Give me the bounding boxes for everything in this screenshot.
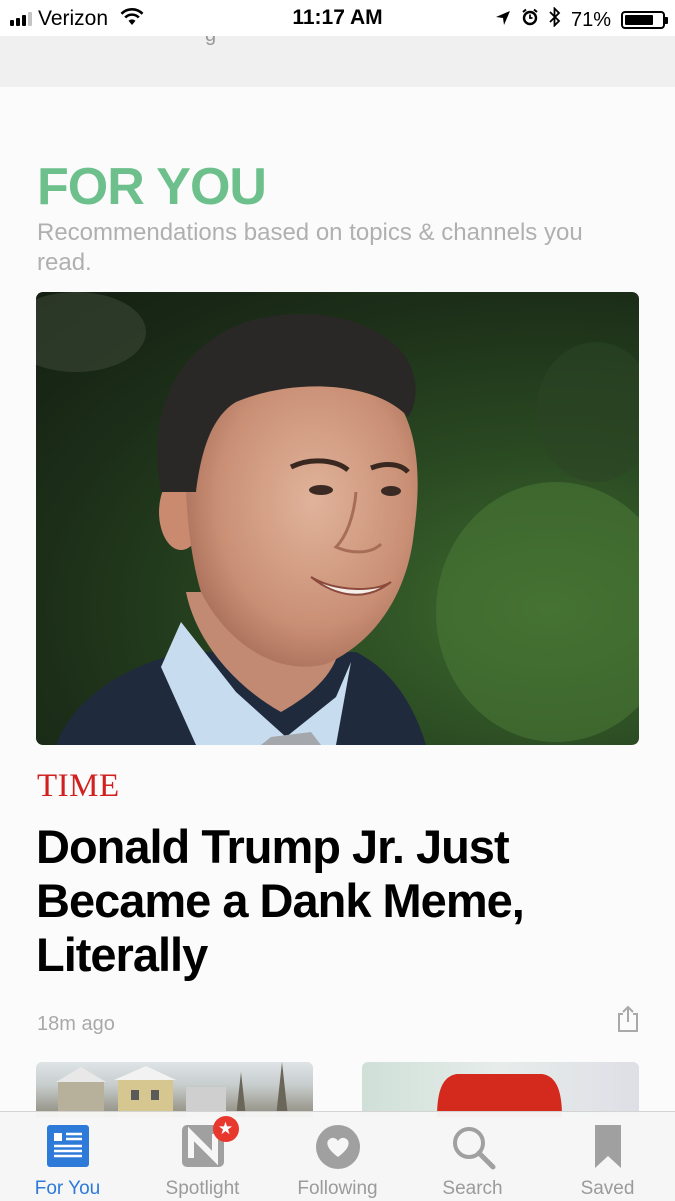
tab-label: For You (34, 1178, 101, 1199)
tab-following[interactable]: Following (270, 1112, 405, 1201)
tab-search[interactable]: Search (405, 1112, 540, 1201)
tab-bar: For You ★ Spotlight Following Search Sav… (0, 1111, 675, 1201)
share-icon[interactable] (616, 1005, 640, 1038)
houses-image (56, 1062, 288, 1117)
bluetooth-icon (549, 6, 561, 33)
battery-percent: 71% (570, 8, 611, 31)
portrait-illustration (36, 292, 639, 745)
section-title: FOR YOU (37, 158, 267, 216)
bookmark-icon (593, 1124, 623, 1175)
tab-saved[interactable]: Saved (540, 1112, 675, 1201)
status-bar: Verizon 11:17 AM 71% (0, 0, 675, 36)
article-hero-image[interactable] (36, 292, 639, 745)
for-you-icon (46, 1124, 90, 1173)
tab-label: Following (297, 1178, 378, 1199)
next-article-thumbnail-right[interactable] (362, 1062, 639, 1117)
publisher-logo[interactable]: TIME (37, 768, 120, 805)
alarm-icon (521, 8, 539, 32)
tab-label: Spotlight (165, 1178, 240, 1199)
tab-for-you[interactable]: For You (0, 1112, 135, 1201)
section-subtitle: Recommendations based on topics & channe… (37, 219, 583, 276)
following-heart-icon (315, 1124, 361, 1175)
search-icon (450, 1124, 496, 1175)
status-right: 71% (495, 6, 668, 33)
tab-spotlight[interactable]: ★ Spotlight (135, 1112, 270, 1201)
next-article-thumbnail-left[interactable] (36, 1062, 313, 1117)
article-headline[interactable]: Donald Trump Jr. Just Became a Dank Meme… (36, 820, 626, 982)
tab-label: Saved (580, 1178, 635, 1199)
spotlight-icon: ★ (181, 1116, 239, 1173)
previous-section-strip: g (0, 36, 675, 87)
strip-partial-text: g (205, 36, 216, 47)
article-timestamp: 18m ago (37, 1013, 115, 1035)
red-object-image (437, 1074, 562, 1117)
spotlight-badge: ★ (212, 1116, 239, 1142)
tab-label: Search (442, 1178, 503, 1199)
battery-icon (621, 11, 668, 29)
location-arrow-icon (495, 9, 511, 32)
